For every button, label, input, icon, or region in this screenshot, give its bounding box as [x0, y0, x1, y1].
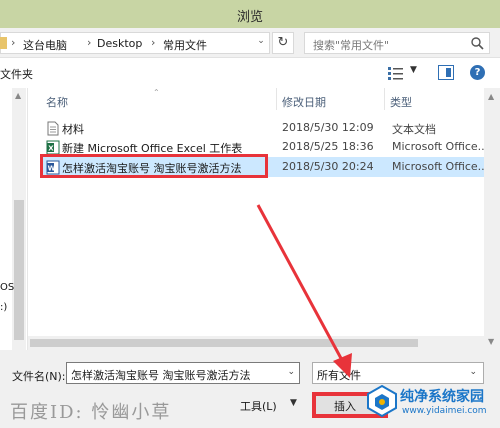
folder-icon [0, 37, 7, 49]
column-header-type[interactable]: 类型 [390, 94, 412, 110]
file-list-scrollbar[interactable]: ▲ ▼ [484, 88, 500, 350]
window-title: 浏览 [236, 10, 263, 25]
file-type: 文本文档 [392, 123, 436, 136]
column-header-name[interactable]: 名称 [46, 94, 68, 110]
file-name: 材料 [62, 123, 84, 136]
chevron-down-icon[interactable]: ⌄ [287, 367, 295, 377]
brand-name: 纯净系统家园 [400, 389, 484, 405]
file-date: 2018/5/30 20:24 [282, 160, 374, 173]
svg-text:X: X [48, 144, 54, 152]
brand-logo-icon [367, 384, 397, 418]
filename-value: 怎样激活淘宝账号 淘宝账号激活方法 [71, 369, 251, 382]
nav-scroll-thumb[interactable] [14, 200, 24, 340]
address-bar[interactable]: › 这台电脑 › Desktop › 常用文件 ⌄ [0, 32, 270, 54]
help-icon[interactable]: ? [470, 65, 485, 80]
horizontal-scroll-thumb[interactable] [30, 339, 418, 347]
insert-label: 插入 [334, 400, 356, 413]
chevron-down-icon[interactable]: ⌄ [255, 36, 267, 50]
file-type: Microsoft Office... [392, 140, 489, 153]
file-date: 2018/5/30 12:09 [282, 121, 374, 134]
filename-label: 文件名(N): [12, 370, 66, 383]
scroll-up-icon[interactable]: ▲ [488, 92, 494, 101]
refresh-icon: ↻ [277, 35, 289, 50]
view-options-icon[interactable] [388, 66, 404, 80]
text-file-icon [47, 121, 59, 136]
nav-scrollbar[interactable]: ▲ [12, 88, 26, 350]
new-folder-button[interactable]: 文件夹 [0, 66, 33, 82]
search-placeholder: 搜索"常用文件" [313, 39, 390, 52]
address-row: › 这台电脑 › Desktop › 常用文件 ⌄ ↻ 搜索"常用文件" [0, 28, 500, 58]
horizontal-scrollbar[interactable] [28, 336, 484, 350]
tools-button[interactable]: 工具(L) [240, 398, 277, 414]
column-divider[interactable] [276, 88, 277, 110]
search-icon [471, 37, 484, 50]
file-row-material[interactable]: 材料 2018/5/30 12:09 文本文档 [42, 118, 500, 138]
navigation-pane: ▲ OS :) [0, 88, 28, 350]
scroll-down-icon[interactable]: ▼ [488, 337, 494, 346]
refresh-button[interactable]: ↻ [272, 32, 294, 54]
chevron-right-icon[interactable]: › [11, 36, 15, 49]
search-input[interactable]: 搜索"常用文件" [304, 32, 490, 54]
file-type: Microsoft Office... [392, 160, 489, 173]
nav-item-os[interactable]: OS [0, 282, 14, 293]
highlight-box-file [40, 154, 268, 178]
excel-file-icon: X [46, 140, 60, 155]
chevron-right-icon[interactable]: › [87, 36, 91, 49]
column-divider[interactable] [384, 88, 385, 110]
column-header-date[interactable]: 修改日期 [282, 94, 326, 110]
sort-arrow-icon: ⌃ [153, 88, 160, 97]
title-bar: 浏览 [0, 0, 500, 28]
tools-dropdown-icon[interactable]: ▼ [290, 398, 297, 408]
breadcrumb-this-pc[interactable]: 这台电脑 [23, 37, 67, 53]
view-dropdown-icon[interactable]: ▼ [410, 65, 417, 75]
filename-input[interactable]: 怎样激活淘宝账号 淘宝账号激活方法 ⌄ [66, 362, 300, 384]
brand-url: www.yidaimei.com [402, 406, 487, 416]
command-bar: 文件夹 ▼ ? [0, 58, 500, 88]
breadcrumb-common-files[interactable]: 常用文件 [163, 37, 207, 53]
chevron-right-icon[interactable]: › [151, 36, 155, 49]
preview-pane-button[interactable] [438, 65, 454, 80]
chevron-down-icon[interactable]: ⌄ [469, 367, 477, 377]
scroll-up-icon[interactable]: ▲ [15, 91, 21, 100]
filter-value: 所有文件 [317, 369, 361, 382]
breadcrumb-desktop[interactable]: Desktop [97, 37, 142, 50]
file-date: 2018/5/25 18:36 [282, 140, 374, 153]
watermark-text: 百度ID: 怜幽小草 [10, 402, 172, 423]
file-list: ⌃ 名称 修改日期 类型 材料 2018/5/30 12:09 文本文档 X 新… [28, 88, 500, 350]
nav-item-drive[interactable]: :) [0, 302, 7, 313]
site-brand: 纯净系统家园 www.yidaimei.com [360, 378, 500, 428]
